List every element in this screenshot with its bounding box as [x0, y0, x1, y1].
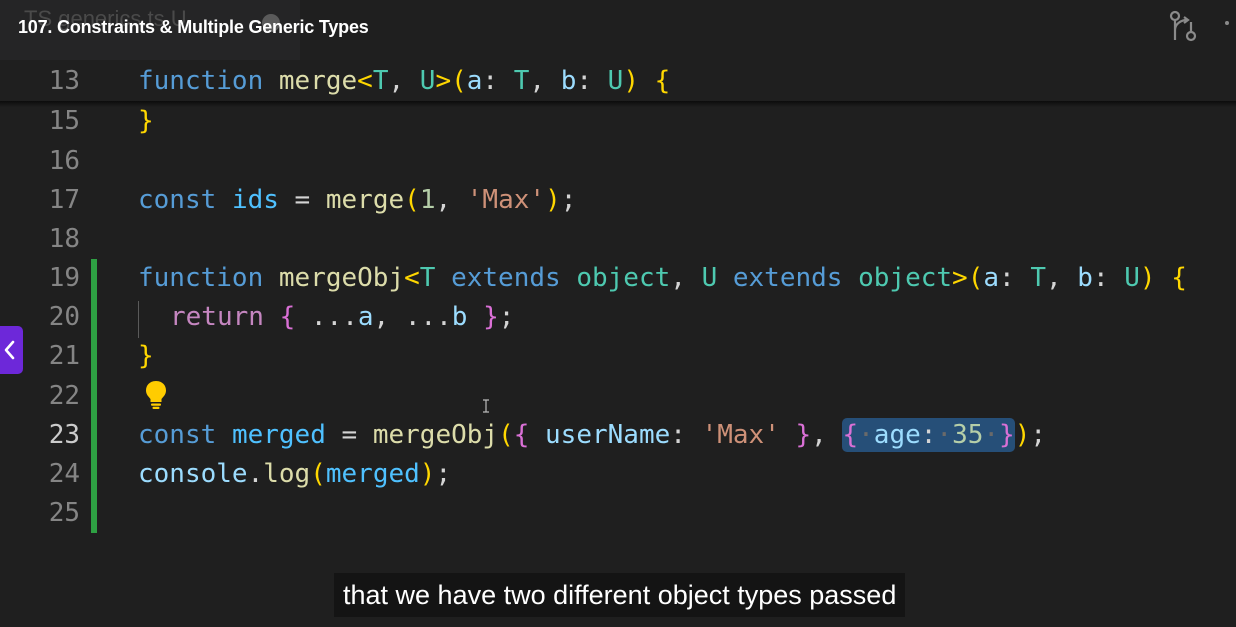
video-title: 107. Constraints & Multiple Generic Type…: [18, 17, 369, 37]
line-number: 17: [48, 185, 80, 215]
line-number: 18: [48, 224, 80, 254]
code-line: 20 return { ...a, ...b };: [0, 298, 1236, 337]
indent-guide: [138, 301, 139, 338]
text-cursor-icon: [483, 399, 489, 413]
line-number: 25: [48, 498, 80, 528]
code-text[interactable]: const ids = merge(1, 'Max');: [138, 181, 576, 220]
line-number: 24: [48, 459, 80, 489]
collapse-panel-button[interactable]: [0, 326, 23, 374]
code-line: 13 function merge<T, U>(a: T, b: U) {: [0, 62, 1236, 101]
code-line: 15 }: [0, 102, 1236, 141]
text-selection: {·age:·35·}: [842, 418, 1015, 452]
source-control-icon[interactable]: [1166, 8, 1200, 44]
code-text[interactable]: function mergeObj<T extends object, U ex…: [138, 259, 1187, 298]
line-number: 22: [48, 381, 80, 411]
code-text[interactable]: }: [138, 337, 154, 376]
line-number: 19: [48, 263, 80, 293]
code-line: 17 const ids = merge(1, 'Max');: [0, 181, 1236, 220]
code-line: 21 }: [0, 337, 1236, 376]
code-text[interactable]: }: [138, 102, 154, 141]
more-actions-icon[interactable]: [1225, 21, 1229, 25]
line-number: 16: [48, 146, 80, 176]
line-number: 23: [48, 420, 80, 450]
code-line: 18: [0, 220, 1236, 259]
chevron-left-icon: [4, 340, 15, 360]
code-line: 22: [0, 377, 1236, 416]
title-bar: TS generics.ts U 107. Constraints & Mult…: [0, 0, 1236, 60]
code-line: 24 console.log(merged);: [0, 455, 1236, 494]
code-text[interactable]: return { ...a, ...b };: [170, 298, 514, 337]
video-caption: that we have two different object types …: [334, 573, 906, 617]
line-number: 13: [48, 66, 80, 96]
code-text[interactable]: const merged = mergeObj({ userName: 'Max…: [138, 416, 1046, 455]
code-line-active: 23 const merged = mergeObj({ userName: '…: [0, 416, 1236, 455]
code-line: 16: [0, 142, 1236, 181]
code-line: 25: [0, 494, 1236, 533]
line-number: 15: [48, 106, 80, 136]
lightbulb-icon[interactable]: [144, 380, 168, 410]
code-line: 19 function mergeObj<T extends object, U…: [0, 259, 1236, 298]
git-added-gutter: [91, 259, 97, 533]
code-text[interactable]: console.log(merged);: [138, 455, 451, 494]
code-text[interactable]: function merge<T, U>(a: T, b: U) {: [138, 62, 670, 101]
